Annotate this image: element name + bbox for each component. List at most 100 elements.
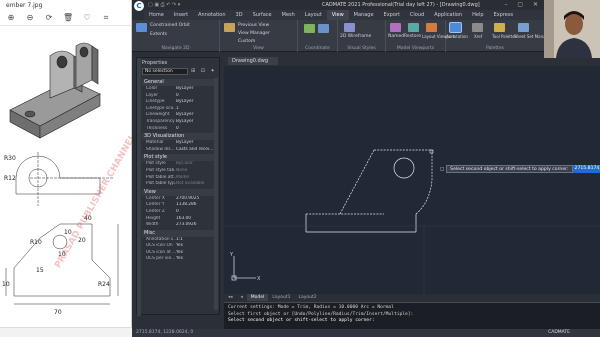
crop-icon[interactable]: ⌗ [101, 13, 111, 23]
property-row[interactable]: Plot table att... Model [142, 175, 214, 182]
properties-section-header[interactable]: View [142, 188, 214, 196]
window-controls[interactable]: – ▢ ✕ [504, 0, 542, 10]
property-row[interactable]: Layer 0 [142, 93, 214, 100]
property-row[interactable]: Color ByLayer [142, 86, 214, 93]
xref-icon[interactable] [472, 23, 483, 32]
view-manager-button[interactable]: View Manager [238, 31, 270, 36]
property-row[interactable]: Transparency ByLayer [142, 119, 214, 126]
property-value[interactable]: 273.0926 [176, 222, 214, 229]
property-value[interactable]: Yes [176, 250, 214, 257]
tab-model[interactable]: Model [246, 294, 269, 301]
zoom-out-icon[interactable]: ⊖ [25, 13, 35, 22]
menu-surface[interactable]: Surface [248, 10, 277, 20]
palette-title-strip[interactable] [137, 58, 141, 316]
property-value[interactable]: ByLayer [176, 112, 214, 119]
ucs-world-icon[interactable] [318, 24, 329, 33]
menu-mesh[interactable]: Mesh [277, 10, 300, 20]
named-viewports-icon[interactable] [390, 23, 401, 32]
property-row[interactable]: Linetype ByLayer [142, 99, 214, 106]
property-value[interactable]: 0 [176, 126, 214, 133]
command-line[interactable]: Current settings: Mode = Trim, Radius = … [224, 302, 600, 329]
property-row[interactable]: Thickness 0 [142, 126, 214, 133]
coordinate-input[interactable]: 2715.8174, 1228.0624 [572, 165, 600, 173]
property-value[interactable]: 163.00 [176, 216, 214, 223]
wireframe-icon[interactable] [344, 23, 355, 32]
property-value[interactable]: Yes [176, 256, 214, 263]
restore-viewports-icon[interactable] [408, 23, 419, 32]
favorite-icon[interactable]: ♡ [82, 13, 92, 22]
property-row[interactable]: Center Y 1138.286 [142, 202, 214, 209]
rotate-icon[interactable]: ⟳ [44, 13, 54, 22]
tool-palettes-icon[interactable] [494, 23, 505, 32]
property-row[interactable]: Lineweight ByLayer [142, 112, 214, 119]
property-value[interactable]: Casts and recei... [176, 147, 214, 154]
menu-cloud[interactable]: Cloud [405, 10, 429, 20]
tab-layout1[interactable]: Layout1 [268, 294, 294, 301]
property-row[interactable]: Center Z 0 [142, 209, 214, 216]
named-button[interactable]: Named [388, 34, 404, 39]
previous-view-button[interactable]: Previous View [238, 23, 269, 28]
properties-section-header[interactable]: Misc [142, 229, 214, 237]
menu-insert[interactable]: Insert [169, 10, 193, 20]
properties-section-header[interactable]: General [142, 79, 214, 86]
property-value[interactable]: ByColor [176, 161, 214, 168]
property-row[interactable]: UCS per vie... Yes [142, 256, 214, 263]
ucs-icon[interactable] [304, 24, 315, 33]
menu-express[interactable]: Express [489, 10, 519, 20]
property-row[interactable]: Width 273.0926 [142, 222, 214, 229]
constrained-orbit-button[interactable]: Constrained Orbit [150, 23, 190, 28]
selection-dropdown[interactable]: No selection [142, 68, 188, 75]
property-value[interactable]: None [176, 168, 214, 175]
extents-button[interactable]: Extents [150, 32, 167, 37]
annotation-button[interactable]: Annotation [446, 34, 468, 39]
property-row[interactable]: Plot style tab... None [142, 168, 214, 175]
view-icon[interactable] [224, 23, 235, 32]
visual-style-select[interactable]: 2D Wireframe [340, 34, 371, 39]
property-row[interactable]: Annotation s... 1:1 [142, 237, 214, 244]
property-row[interactable]: UCS icon at ... Yes [142, 250, 214, 257]
tab-layout2[interactable]: Layout2 [294, 294, 320, 301]
drawing-canvas[interactable]: Y X [224, 66, 600, 294]
zoom-in-icon[interactable]: ⊕ [6, 13, 16, 22]
annotation-palette-icon[interactable] [449, 22, 462, 33]
property-row[interactable]: Plot table typ... Not available [142, 181, 214, 188]
menu-application[interactable]: Application [429, 10, 467, 20]
restore-button[interactable]: Restore [404, 34, 421, 39]
menu-manage[interactable]: Manage [349, 10, 379, 20]
property-value[interactable]: 1 [176, 106, 214, 113]
property-value[interactable]: 2700.9025 [176, 196, 214, 203]
property-value[interactable]: ByLayer [176, 140, 214, 147]
property-value[interactable]: ByLayer [176, 86, 214, 93]
menu-3d[interactable]: 3D [231, 10, 248, 20]
orbit-icon[interactable] [136, 23, 147, 32]
property-value[interactable]: Yes [176, 243, 214, 250]
property-value[interactable]: Model [176, 175, 214, 182]
property-row[interactable]: Plot style ByColor [142, 161, 214, 168]
properties-scrollbar[interactable] [214, 78, 218, 310]
property-row[interactable]: Height 163.00 [142, 216, 214, 223]
property-row[interactable]: Material ByLayer [142, 140, 214, 147]
menu-annotation[interactable]: Annotation [193, 10, 230, 20]
delete-icon[interactable]: 🗑 [63, 13, 73, 22]
quick-select-icon[interactable]: ⊞ ⊡ ✦ [191, 68, 217, 74]
xref-button[interactable]: Xref [474, 34, 482, 39]
property-value[interactable]: 0 [176, 93, 214, 100]
property-value[interactable]: ByLayer [176, 99, 214, 106]
app-logo-icon[interactable]: C [134, 1, 144, 11]
command-prompt[interactable]: Select second object or shift-select to … [228, 318, 596, 325]
quick-access-toolbar[interactable]: ▢ ▣ ⎙ ↶ ↷ ▾ [148, 0, 180, 10]
menu-view[interactable]: View [326, 10, 349, 20]
custom-view-select[interactable]: Custom [238, 39, 255, 44]
menu-layout[interactable]: Layout [300, 10, 327, 20]
property-value[interactable]: 1:1 [176, 237, 214, 244]
nav-first-icon[interactable]: ◂◂ [224, 294, 237, 301]
property-value[interactable]: ByLayer [176, 119, 214, 126]
nav-prev-icon[interactable]: ◂ [237, 294, 247, 301]
property-value[interactable]: 0 [176, 209, 214, 216]
menu-export[interactable]: Export [379, 10, 405, 20]
layout-viewport-icon[interactable] [426, 23, 437, 32]
property-row[interactable]: Center X 2700.9025 [142, 196, 214, 203]
property-row[interactable]: UCS icon On Yes [142, 243, 214, 250]
property-row[interactable]: Shadow dis... Casts and recei... [142, 147, 214, 154]
properties-section-header[interactable]: Plot style [142, 154, 214, 162]
